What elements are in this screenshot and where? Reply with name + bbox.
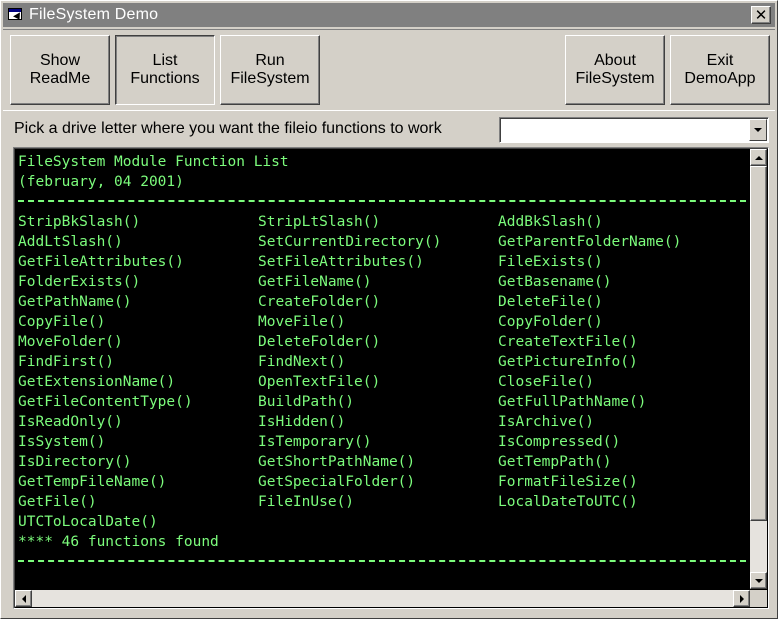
function-name: FindFirst() (18, 354, 115, 370)
function-name: MoveFolder() (18, 334, 123, 350)
function-name: FolderExists() (18, 274, 141, 290)
function-name: LocalDateToUTC() (498, 494, 638, 510)
function-name: AddLtSlash() (18, 234, 123, 250)
app-window-icon[interactable] (7, 7, 23, 23)
function-name: IsCompressed() (498, 434, 621, 450)
function-name: FindNext() (258, 354, 346, 370)
drive-select[interactable] (499, 117, 769, 143)
title-bar[interactable]: FileSystem Demo ✕ (3, 3, 775, 27)
function-name: IsHidden() (258, 414, 346, 430)
function-name: GetFileContentType() (18, 394, 193, 410)
function-name: GetPathName() (18, 294, 132, 310)
function-name: DeleteFolder() (258, 334, 381, 350)
function-name: CopyFolder() (498, 314, 603, 330)
function-name: IsTemporary() (258, 434, 372, 450)
vertical-scrollbar[interactable] (750, 149, 767, 589)
list-title: FileSystem Module Function List (18, 154, 289, 170)
scroll-down-button[interactable] (750, 572, 767, 589)
window-title: FileSystem Demo (29, 6, 159, 23)
function-list-output[interactable]: FileSystem Module Function List (februar… (13, 147, 769, 609)
function-name: AddBkSlash() (498, 214, 603, 230)
function-name: GetFileName() (258, 274, 372, 290)
function-name: StripLtSlash() (258, 214, 381, 230)
scroll-left-icon (21, 594, 26, 603)
function-name: IsDirectory() (18, 454, 132, 470)
scrollbar-corner (750, 590, 767, 607)
exit-demoapp-button[interactable]: Exit DemoApp (670, 35, 770, 105)
run-filesystem-button[interactable]: Run FileSystem (220, 35, 320, 105)
function-name: SetFileAttributes() (258, 254, 424, 270)
function-name: CreateTextFile() (498, 334, 638, 350)
drive-picker-label: Pick a drive letter where you want the f… (14, 120, 442, 137)
function-name: GetTempPath() (498, 454, 612, 470)
close-icon: ✕ (754, 6, 768, 24)
function-name: DeleteFile() (498, 294, 603, 310)
function-list-text: FileSystem Module Function List (februar… (16, 150, 749, 589)
function-name: IsReadOnly() (18, 414, 123, 430)
toolbar: Show ReadMe List Functions Run FileSyste… (3, 29, 775, 111)
scroll-up-button[interactable] (750, 149, 767, 166)
function-name: GetShortPathName() (258, 454, 416, 470)
dropdown-arrow-icon (754, 128, 762, 132)
function-name: FileExists() (498, 254, 603, 270)
function-name: CopyFile() (18, 314, 106, 330)
function-name: GetFile() (18, 494, 97, 510)
function-name: StripBkSlash() (18, 214, 141, 230)
app-window: FileSystem Demo ✕ Show ReadMe List Funct… (0, 0, 778, 619)
function-name: MoveFile() (258, 314, 346, 330)
function-name: FileInUse() (258, 494, 355, 510)
function-name: SetCurrentDirectory() (258, 234, 442, 250)
function-name: BuildPath() (258, 394, 355, 410)
list-functions-button[interactable]: List Functions (115, 35, 215, 105)
vertical-scroll-thumb[interactable] (750, 166, 767, 521)
function-name: GetPictureInfo() (498, 354, 638, 370)
function-name: GetSpecialFolder() (258, 474, 416, 490)
scroll-right-button[interactable] (733, 590, 750, 607)
function-name: IsSystem() (18, 434, 106, 450)
dropdown-button[interactable] (749, 119, 767, 141)
function-name: GetExtensionName() (18, 374, 176, 390)
show-readme-button[interactable]: Show ReadMe (10, 35, 110, 105)
about-filesystem-button[interactable]: About FileSystem (565, 35, 665, 105)
list-date: (february, 04 2001) (18, 174, 184, 190)
function-name: GetTempFileName() (18, 474, 167, 490)
function-name: GetParentFolderName() (498, 234, 682, 250)
function-name: GetFullPathName() (498, 394, 647, 410)
scroll-left-button[interactable] (15, 590, 32, 607)
horizontal-scrollbar[interactable] (15, 590, 750, 607)
scroll-down-icon (754, 578, 763, 583)
function-name: FormatFileSize() (498, 474, 638, 490)
scroll-up-icon (754, 155, 763, 160)
function-name: CloseFile() (498, 374, 595, 390)
function-count: **** 46 functions found (18, 534, 219, 550)
function-name: UTCToLocalDate() (18, 514, 158, 530)
scroll-right-icon (739, 594, 744, 603)
function-name: IsArchive() (498, 414, 595, 430)
function-name: CreateFolder() (258, 294, 381, 310)
separator-top (18, 200, 746, 202)
function-name: OpenTextFile() (258, 374, 381, 390)
separator-bottom (18, 560, 746, 562)
function-name: GetFileAttributes() (18, 254, 184, 270)
close-button[interactable]: ✕ (751, 6, 771, 24)
function-name: GetBasename() (498, 274, 612, 290)
